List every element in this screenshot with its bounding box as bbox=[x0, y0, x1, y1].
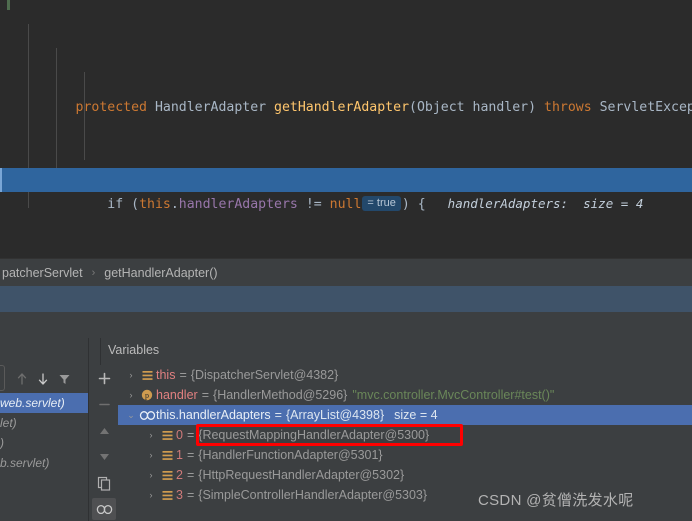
object-icon bbox=[158, 450, 176, 461]
equals-sign: = bbox=[179, 368, 187, 382]
equals-sign: = bbox=[186, 488, 195, 502]
variable-row-this[interactable]: › this = {DispatcherServlet@4382} bbox=[118, 365, 692, 385]
object-icon bbox=[158, 430, 176, 441]
variable-name: this bbox=[156, 368, 176, 382]
selected-band bbox=[0, 286, 692, 312]
variable-string-value: "mvc.controller.MvcController#test()" bbox=[352, 388, 555, 402]
token-return-type: HandlerAdapter bbox=[154, 100, 275, 115]
collection-icon bbox=[138, 410, 156, 421]
watches-toolbar bbox=[88, 365, 119, 521]
token-throws: throws bbox=[544, 100, 600, 115]
token-neq: != bbox=[297, 197, 330, 212]
variable-value: {HandlerMethod@5296} bbox=[213, 388, 348, 402]
code-editor[interactable]: protected HandlerAdapter getHandlerAdapt… bbox=[0, 0, 692, 258]
panel-edge-strip bbox=[0, 365, 5, 391]
chevron-right-icon[interactable]: › bbox=[124, 385, 138, 405]
copy-icon[interactable] bbox=[92, 472, 116, 494]
token-exception: ServletException { bbox=[599, 100, 692, 115]
add-watch-button[interactable] bbox=[92, 367, 116, 389]
collection-size: size = 4 bbox=[394, 408, 438, 422]
chevron-right-icon[interactable]: › bbox=[144, 465, 158, 485]
variable-value: {HttpRequestHandlerAdapter@5302} bbox=[198, 468, 405, 482]
equals-sign: = bbox=[201, 388, 210, 402]
remove-watch-button[interactable] bbox=[92, 393, 116, 415]
chevron-down-icon[interactable]: ⌄ bbox=[124, 405, 138, 425]
object-icon bbox=[138, 370, 156, 381]
arrow-up-icon[interactable] bbox=[12, 369, 32, 389]
current-line-caret bbox=[0, 168, 2, 192]
svg-text:p: p bbox=[145, 391, 149, 400]
array-index: 0 bbox=[176, 428, 183, 442]
variable-row-index-0[interactable]: › 0 = {RequestMappingHandlerAdapter@5300… bbox=[118, 425, 692, 445]
token-field-handlerAdapters: handlerAdapters bbox=[178, 197, 298, 212]
chevron-right-icon[interactable]: › bbox=[144, 445, 158, 465]
breadcrumb-class[interactable]: patcherServlet bbox=[0, 266, 85, 280]
array-index: 3 bbox=[176, 488, 183, 502]
frame-row[interactable]: web.servlet) bbox=[0, 393, 88, 413]
inlay-hint-collection-size: handlerAdapters: size = 4 bbox=[447, 196, 644, 211]
frames-toolbar bbox=[0, 365, 88, 393]
frame-row[interactable]: let) bbox=[0, 413, 88, 433]
chevron-right-icon[interactable]: › bbox=[144, 485, 158, 505]
watches-icon[interactable] bbox=[92, 498, 116, 520]
array-index: 2 bbox=[176, 468, 183, 482]
panel-gap-band bbox=[0, 312, 692, 339]
variable-row-handler[interactable]: › p handler = {HandlerMethod@5296} "mvc.… bbox=[118, 385, 692, 405]
variable-value: {RequestMappingHandlerAdapter@5300} bbox=[198, 428, 430, 442]
variable-row-handlerAdapters[interactable]: ⌄ this.handlerAdapters = {ArrayList@4398… bbox=[118, 405, 692, 425]
chevron-right-icon[interactable]: › bbox=[144, 425, 158, 445]
token-null: null bbox=[329, 197, 362, 212]
token-protected: protected bbox=[75, 100, 155, 115]
code-lines: protected HandlerAdapter getHandlerAdapt… bbox=[0, 0, 692, 258]
ide-window: protected HandlerAdapter getHandlerAdapt… bbox=[0, 0, 692, 521]
equals-sign: = bbox=[186, 428, 195, 442]
object-icon bbox=[158, 490, 176, 501]
array-index: 1 bbox=[176, 448, 183, 462]
debugger-header: Variables bbox=[0, 338, 692, 366]
token-brace: ) { bbox=[401, 197, 426, 212]
watermark: CSDN @贫僧洗发水呢 bbox=[478, 492, 634, 509]
variable-value: {SimpleControllerHandlerAdapter@5303} bbox=[198, 488, 428, 502]
variable-row-index-2[interactable]: › 2 = {HttpRequestHandlerAdapter@5302} bbox=[118, 465, 692, 485]
chevron-right-icon[interactable]: › bbox=[124, 365, 138, 385]
token-if: if ( bbox=[75, 197, 140, 212]
frame-row[interactable]: ) bbox=[0, 433, 88, 453]
header-divider bbox=[100, 338, 101, 365]
breadcrumb: patcherServlet › getHandlerAdapter() bbox=[0, 258, 692, 286]
chevron-right-icon: › bbox=[91, 266, 96, 279]
variable-name: handler bbox=[156, 388, 198, 402]
arrow-down-icon[interactable] bbox=[33, 369, 53, 389]
equals-sign: = bbox=[186, 468, 195, 482]
variable-row-index-1[interactable]: › 1 = {HandlerFunctionAdapter@5301} bbox=[118, 445, 692, 465]
token-this: this bbox=[139, 197, 171, 212]
token-dot: . bbox=[170, 197, 179, 212]
header-divider bbox=[88, 338, 89, 365]
inline-value-badge[interactable]: = true bbox=[362, 196, 401, 211]
frame-row[interactable]: b.servlet) bbox=[0, 453, 88, 473]
token-method-name: getHandlerAdapter bbox=[274, 100, 410, 115]
frames-list[interactable]: web.servlet) let) ) b.servlet) bbox=[0, 393, 88, 521]
filter-icon[interactable] bbox=[54, 369, 74, 389]
breadcrumb-method[interactable]: getHandlerAdapter() bbox=[102, 266, 219, 280]
code-line-1[interactable]: protected HandlerAdapter getHandlerAdapt… bbox=[0, 72, 692, 115]
variable-value: {ArrayList@4398} bbox=[285, 408, 385, 422]
variable-value: {HandlerFunctionAdapter@5301} bbox=[198, 448, 383, 462]
object-icon bbox=[158, 470, 176, 481]
parameter-icon: p bbox=[138, 389, 156, 401]
tab-variables[interactable]: Variables bbox=[108, 343, 159, 357]
variable-name: this.handlerAdapters bbox=[156, 408, 271, 422]
token-params: (Object handler) bbox=[409, 100, 544, 115]
equals-sign: = bbox=[186, 448, 195, 462]
code-line-2-current[interactable]: if (this.handlerAdapters != null = true) … bbox=[0, 168, 692, 212]
equals-sign: = bbox=[274, 408, 282, 422]
variable-value: {DispatcherServlet@4382} bbox=[190, 368, 339, 382]
move-up-button[interactable] bbox=[92, 420, 116, 442]
move-down-button[interactable] bbox=[92, 446, 116, 468]
